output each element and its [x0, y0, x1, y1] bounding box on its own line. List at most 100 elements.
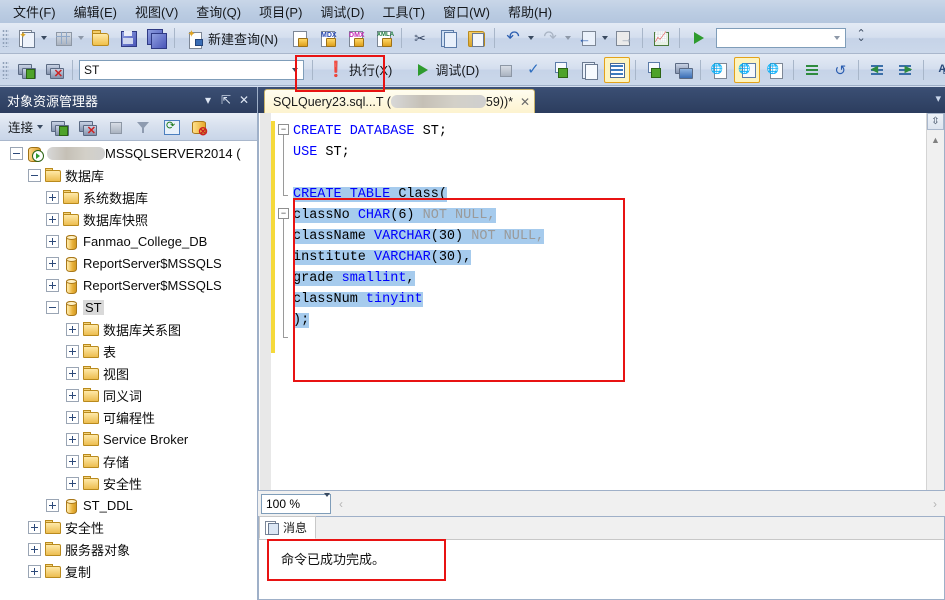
expander-icon[interactable]: [10, 146, 23, 160]
menu-file[interactable]: 文件(F): [4, 0, 65, 24]
hscroll-right-icon[interactable]: ›: [933, 497, 937, 511]
filter-icon[interactable]: [130, 114, 156, 140]
zoom-select[interactable]: 100 %: [261, 492, 331, 514]
expander-icon[interactable]: [66, 432, 79, 446]
expander-icon[interactable]: [66, 322, 79, 336]
tree-node-security-server[interactable]: 安全性: [0, 516, 257, 538]
sql-code-text[interactable]: CREATE DATABASE ST; USE ST; CREATE TABLE…: [293, 121, 926, 490]
expander-icon[interactable]: [46, 278, 59, 292]
query-options-icon[interactable]: [576, 57, 602, 83]
connect-icon[interactable]: [13, 57, 39, 83]
stop-icon[interactable]: [492, 57, 518, 83]
expander-icon[interactable]: [28, 542, 41, 556]
new-project-icon[interactable]: ✦: [13, 25, 39, 51]
chevron-down-icon[interactable]: [829, 29, 845, 47]
tabstrip-menu-icon[interactable]: ▾: [935, 92, 941, 105]
new-analysis-services-mdx-query-icon[interactable]: MDX: [314, 25, 340, 51]
menu-tools[interactable]: 工具(T): [373, 0, 434, 24]
parse-icon[interactable]: ✓: [520, 57, 546, 83]
database-select[interactable]: ST: [79, 59, 304, 80]
tree-node-database-diagrams[interactable]: 数据库关系图: [0, 318, 257, 340]
tree-node-replication[interactable]: 复制: [0, 560, 257, 582]
paste-icon[interactable]: [463, 25, 489, 51]
navigate-backward-dropdown-icon[interactable]: [602, 36, 609, 40]
collapse-icon-batch1[interactable]: −: [278, 124, 289, 135]
chevron-down-icon[interactable]: [324, 492, 330, 511]
tree-node-st[interactable]: ST: [0, 296, 257, 318]
connect-dropdown-icon[interactable]: [37, 124, 44, 129]
tree-node-synonyms[interactable]: 同义词: [0, 384, 257, 406]
specify-values-for-template-parameters-icon[interactable]: A B: [929, 57, 945, 83]
execute-button[interactable]: ❗ 执行(X): [321, 57, 398, 83]
expander-icon[interactable]: [66, 366, 79, 380]
uncomment-icon[interactable]: ↺: [827, 57, 853, 83]
tree-node-storage[interactable]: 存储: [0, 450, 257, 472]
tree-node-st-ddl[interactable]: ST_DDL: [0, 494, 257, 516]
expander-icon[interactable]: [66, 410, 79, 424]
expander-icon[interactable]: [66, 476, 79, 490]
new-table-icon[interactable]: [50, 25, 76, 51]
expander-icon[interactable]: [46, 498, 59, 512]
open-file-icon[interactable]: [87, 25, 113, 51]
tab-sqlquery23[interactable]: SQLQuery23.sql...T (59))* ✕: [264, 89, 536, 113]
expander-icon[interactable]: [46, 256, 59, 270]
expander-icon[interactable]: [28, 520, 41, 534]
object-explorer-tree[interactable]: MSSQLSERVER2014 ( 数据库 系统数据库 数据库快照 Fanmao…: [0, 141, 257, 600]
tree-node-service-broker[interactable]: Service Broker: [0, 428, 257, 450]
editor-vertical-scrollbar[interactable]: ▲: [926, 113, 944, 490]
pin-icon[interactable]: ⇱: [217, 91, 235, 109]
tree-node-server[interactable]: MSSQLSERVER2014 (: [0, 142, 257, 164]
hscroll-left-icon[interactable]: ‹: [339, 497, 343, 511]
expander-icon[interactable]: [46, 212, 59, 226]
results-to-text-icon[interactable]: 🌐: [706, 57, 732, 83]
decrease-indent-icon[interactable]: ◀: [864, 57, 890, 83]
scroll-up-icon[interactable]: ▲: [927, 131, 944, 148]
expander-icon[interactable]: [28, 564, 41, 578]
tree-node-reportserver-1[interactable]: ReportServer$MSSQLS: [0, 252, 257, 274]
expander-icon[interactable]: [46, 234, 59, 248]
tree-node-fanmao-college-db[interactable]: Fanmao_College_DB: [0, 230, 257, 252]
undo-icon[interactable]: ↶: [500, 25, 526, 51]
tree-node-views[interactable]: 视图: [0, 362, 257, 384]
navigate-forward-icon[interactable]: →: [611, 25, 637, 51]
results-to-file-icon[interactable]: 🌐: [762, 57, 788, 83]
editor-split-control[interactable]: ⇳: [927, 113, 944, 130]
new-project-dropdown-icon[interactable]: [41, 36, 47, 40]
toolbar-grip[interactable]: [2, 29, 9, 47]
increase-indent-icon[interactable]: ▶: [892, 57, 918, 83]
comment-icon[interactable]: [799, 57, 825, 83]
menu-debug[interactable]: 调试(D): [311, 0, 373, 24]
tree-node-tables[interactable]: 表: [0, 340, 257, 362]
disconnect-icon[interactable]: ✕: [41, 57, 67, 83]
save-icon[interactable]: [115, 25, 141, 51]
toolbar-overflow-icon[interactable]: ⌄ ⌃: [848, 25, 874, 51]
new-query-button[interactable]: ✦ 新建查询(N): [180, 25, 284, 51]
include-actual-execution-plan-icon[interactable]: [604, 56, 631, 83]
connect-menu-label[interactable]: 连接: [4, 117, 36, 136]
menu-help[interactable]: 帮助(H): [499, 0, 561, 24]
menu-project[interactable]: 项目(P): [250, 0, 311, 24]
tree-node-database-snapshots[interactable]: 数据库快照: [0, 208, 257, 230]
copy-icon[interactable]: [435, 25, 461, 51]
redo-icon[interactable]: ↷: [537, 25, 563, 51]
save-all-icon[interactable]: [143, 25, 169, 51]
tree-node-reportserver-2[interactable]: ReportServer$MSSQLS: [0, 274, 257, 296]
debug-button[interactable]: 调试(D): [407, 57, 485, 83]
menu-edit[interactable]: 编辑(E): [65, 0, 126, 24]
activity-monitor-icon[interactable]: 📈: [648, 25, 674, 51]
chevron-down-icon[interactable]: [287, 61, 303, 79]
connect-icon[interactable]: [46, 114, 72, 140]
expander-icon[interactable]: [46, 300, 59, 314]
new-analysis-services-dmx-query-icon[interactable]: DMX: [342, 25, 368, 51]
tree-node-databases[interactable]: 数据库: [0, 164, 257, 186]
expander-icon[interactable]: [28, 168, 41, 182]
results-to-grid-icon[interactable]: 🌐: [734, 56, 761, 83]
tree-node-system-databases[interactable]: 系统数据库: [0, 186, 257, 208]
chevron-down-icon[interactable]: ▾: [199, 91, 217, 109]
cut-icon[interactable]: ✂: [407, 25, 433, 51]
expander-icon[interactable]: [66, 344, 79, 358]
new-table-dropdown-icon[interactable]: [78, 36, 84, 40]
toolbar-grip[interactable]: [2, 60, 9, 79]
close-icon[interactable]: ✕: [235, 91, 253, 109]
disconnect-icon[interactable]: ✕: [74, 114, 100, 140]
